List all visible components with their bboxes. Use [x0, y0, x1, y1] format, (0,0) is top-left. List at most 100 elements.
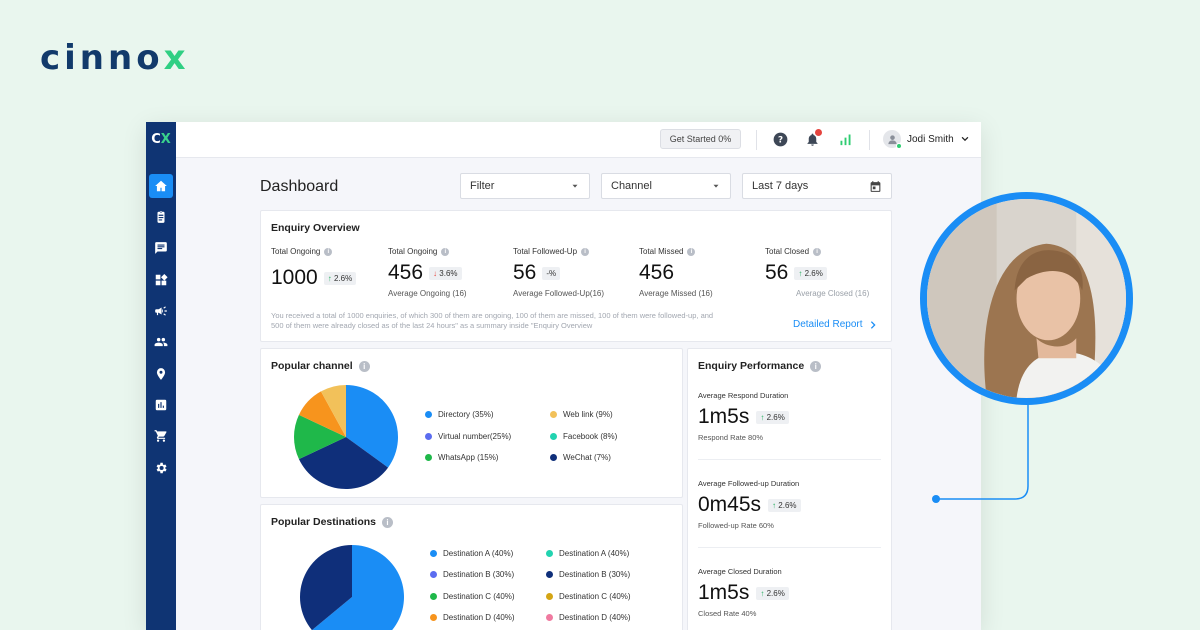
online-status-dot: [896, 143, 902, 149]
metric-sub: Average Closed (16): [796, 289, 870, 298]
info-icon[interactable]: i: [810, 360, 822, 372]
sidebar-item-reports[interactable]: [149, 393, 173, 417]
enquiry-performance-card: Enquiry Performance i Average Respond Dur…: [687, 348, 892, 630]
metric-label: Total Missed: [639, 247, 684, 256]
arrow-up-icon: ↑: [760, 588, 765, 598]
legend-item: Destination D (40%): [546, 613, 631, 622]
metric-sub: Average Followed-Up(16): [513, 289, 605, 298]
connector-dot: [932, 495, 940, 503]
portrait-image: [927, 199, 1126, 398]
legend-dot: [550, 411, 557, 418]
metric-value: 456: [639, 261, 675, 284]
user-icon: [887, 134, 897, 144]
legend-item: WeChat (7%): [550, 453, 611, 462]
perf-label: Average Closed Duration: [698, 567, 782, 576]
legend-item: Destination C (40%): [546, 592, 631, 601]
legend-label: Web link (9%): [563, 410, 613, 419]
sidebar-item-contacts[interactable]: [149, 330, 173, 354]
legend-dot: [425, 433, 432, 440]
legend-item: Destination A (40%): [430, 549, 513, 558]
signal-status[interactable]: [837, 131, 853, 147]
metric-total-missed: Total Missed i 456 Average Missed (16): [639, 247, 713, 298]
info-icon[interactable]: i: [441, 247, 450, 256]
sidebar-item-store[interactable]: [149, 424, 173, 448]
user-portrait-photo: [920, 192, 1133, 405]
perf-sub: Respond Rate 80%: [698, 433, 764, 442]
enquiry-performance-title: Enquiry Performance i: [698, 360, 822, 372]
metric-label: Total Followed-Up: [513, 247, 578, 256]
arrow-up-icon: ↑: [760, 412, 765, 422]
info-icon[interactable]: i: [358, 360, 370, 372]
clipboard-icon: [157, 211, 165, 223]
sidebar-item-messages[interactable]: [149, 236, 173, 260]
get-started-button[interactable]: Get Started 0%: [660, 129, 741, 149]
metric-total-ongoing: Total Ongoing i 1000 ↑ 2.6%: [271, 247, 357, 290]
brand-name-accent: x: [163, 38, 190, 78]
legend-label: Destination B (30%): [559, 570, 631, 579]
arrow-up-icon: ↑: [772, 500, 777, 510]
legend-label: Destination D (40%): [559, 613, 631, 622]
sidebar-item-locations[interactable]: [149, 362, 173, 386]
legend-item: Destination C (40%): [430, 592, 515, 601]
detailed-report-link[interactable]: Detailed Report: [793, 319, 878, 330]
legend-dot: [425, 411, 432, 418]
popular-destinations-card: Popular Destinations i Destination A (40%…: [260, 504, 683, 630]
legend-dot: [546, 550, 553, 557]
legend-label: Destination C (40%): [559, 592, 631, 601]
change-badge: ↓ 3.6%: [429, 266, 462, 280]
popular-destinations-pie-chart: [300, 545, 404, 630]
legend-label: Virtual number(25%): [438, 432, 512, 441]
caret-down-icon: [713, 184, 719, 188]
sidebar-item-settings[interactable]: [149, 456, 173, 480]
user-menu[interactable]: Jodi Smith: [883, 130, 970, 149]
change-value: 2.6%: [766, 412, 785, 422]
home-icon: [155, 180, 167, 192]
info-icon[interactable]: i: [813, 247, 822, 256]
metric-value: 56: [765, 261, 789, 284]
info-icon[interactable]: i: [324, 247, 333, 256]
info-icon[interactable]: i: [382, 516, 394, 528]
arrow-up-icon: ↑: [798, 268, 803, 278]
date-range-value: Last 7 days: [752, 180, 809, 192]
info-icon[interactable]: i: [581, 247, 590, 256]
perf-sub: Closed Rate 40%: [698, 609, 757, 618]
legend-item: Virtual number(25%): [425, 432, 511, 441]
popular-channel-title: Popular channel i: [271, 360, 370, 372]
cart-icon: [154, 430, 167, 442]
channel-dropdown-value: Channel: [611, 180, 652, 192]
avatar: [883, 130, 902, 149]
legend-label: Facebook (8%): [563, 432, 618, 441]
filter-dropdown[interactable]: Filter: [460, 173, 590, 199]
sidebar-item-campaigns[interactable]: [149, 299, 173, 323]
enquiry-performance-title-text: Enquiry Performance: [698, 360, 805, 372]
notifications-button[interactable]: [804, 129, 822, 147]
legend-dot: [546, 571, 553, 578]
legend-item: Destination B (30%): [430, 570, 514, 579]
topbar-divider: [756, 130, 757, 150]
sidebar-item-widgets[interactable]: [149, 268, 173, 292]
date-range-picker[interactable]: Last 7 days: [742, 173, 892, 199]
chat-icon: [155, 242, 167, 254]
sidebar-logo[interactable]: CX: [146, 122, 176, 156]
legend-label: Destination B (30%): [443, 570, 515, 579]
calendar-icon: [870, 180, 881, 192]
help-button[interactable]: ?: [772, 131, 788, 147]
legend-dot: [430, 571, 437, 578]
sidebar-item-home[interactable]: [149, 174, 173, 198]
filter-dropdown-value: Filter: [470, 180, 495, 192]
metric-sub: Average Missed (16): [639, 289, 713, 298]
people-icon: [154, 337, 168, 347]
change-badge: ↑ 2.6%: [768, 498, 801, 512]
enquiry-overview-title: Enquiry Overview: [271, 222, 360, 234]
legend-item: Destination D (40%): [430, 613, 515, 622]
metric-value: 1000: [271, 266, 318, 289]
cinnox-logo: cinnox: [40, 38, 190, 78]
channel-dropdown[interactable]: Channel: [601, 173, 731, 199]
perf-sub: Followed-up Rate 60%: [698, 521, 774, 530]
connector-line: [932, 400, 1029, 503]
info-icon[interactable]: i: [687, 247, 696, 256]
brand-name: cinno: [40, 38, 164, 78]
metric-label: Total Ongoing: [388, 247, 438, 256]
sidebar-item-enquiries[interactable]: [149, 205, 173, 229]
legend-item: WhatsApp (15%): [425, 453, 498, 462]
